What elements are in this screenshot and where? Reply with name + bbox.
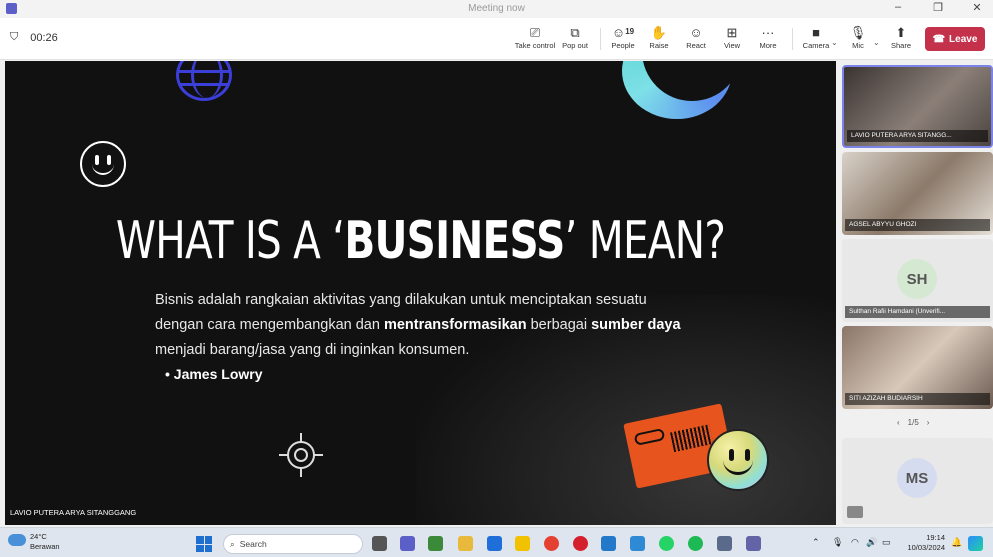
windows-taskbar: 24°C Berawan ⌕ Search ⌃ 🎙 ◠ 🔊 ▭ 19:14 10… <box>0 527 993 557</box>
meeting-timer: 00:26 <box>30 31 58 44</box>
toolbar-divider <box>792 28 793 50</box>
notes-icon[interactable] <box>515 536 530 551</box>
pop-out-label: Pop out <box>562 41 588 50</box>
view-label: View <box>723 41 741 50</box>
camera-label: Camera <box>802 41 830 50</box>
participant-tile[interactable]: LAVIO PUTERA ARYA SITANGG... <box>842 65 993 148</box>
gallery-pager: ‹ 1/5 › <box>897 418 929 427</box>
crosshair-target-icon <box>279 433 323 477</box>
pen-tool-icon[interactable] <box>630 536 645 551</box>
battery-icon[interactable]: ▭ <box>882 537 891 548</box>
weather-temp: 24°C <box>30 532 47 541</box>
people-label: People <box>611 41 635 50</box>
maximize-button[interactable]: ❐ <box>923 1 953 14</box>
definition-part-2: berbagai <box>526 317 592 333</box>
crescent-shape-decoration <box>622 61 732 119</box>
taskbar-search-box[interactable]: ⌕ Search <box>223 534 363 554</box>
chevron-right-icon[interactable]: › <box>927 418 930 427</box>
settings-gear-icon[interactable] <box>717 536 732 551</box>
chrome-icon[interactable] <box>544 536 559 551</box>
avatar: SH <box>897 259 937 299</box>
participant-tile[interactable]: SITI AZIZAH BUDIARSIH <box>842 326 993 409</box>
participant-name: Sulthan Rafii Hamdani (Unverifi... <box>845 306 990 318</box>
vscode-icon[interactable] <box>601 536 616 551</box>
wifi-icon[interactable]: ◠ <box>851 537 859 548</box>
avatar: MS <box>897 458 937 498</box>
system-clock[interactable]: 19:14 10/03/2024 <box>903 533 945 553</box>
opera-icon[interactable] <box>573 536 588 551</box>
participant-gallery: LAVIO PUTERA ARYA SITANGG... AGSEL ABYYU… <box>837 61 993 525</box>
pop-out-icon: ⧉ <box>570 25 580 40</box>
copilot-icon[interactable] <box>968 536 983 551</box>
teams-icon[interactable] <box>746 536 761 551</box>
raise-label: Raise <box>649 41 669 50</box>
windows-start-button[interactable] <box>196 536 212 552</box>
chevron-left-icon[interactable]: ‹ <box>897 418 900 427</box>
mic-muted-icon <box>847 506 863 518</box>
share-button[interactable]: ⬆ Share <box>879 24 923 50</box>
spotify-icon[interactable] <box>688 536 703 551</box>
clock-time: 19:14 <box>926 533 945 542</box>
definition-part-3: menjadi barang/jasa yang di inginkan kon… <box>155 342 470 358</box>
minimize-button[interactable]: – <box>883 1 913 13</box>
task-view-icon[interactable] <box>372 536 387 551</box>
definition-bold-2: sumber daya <box>591 317 681 333</box>
people-count: 19 <box>625 27 635 36</box>
participant-tile[interactable]: MS <box>842 438 993 524</box>
globe-icon <box>176 61 232 101</box>
phone-hangup-icon: ☎ <box>932 33 946 45</box>
take-control-label: Take control <box>514 41 556 50</box>
shield-icon: ⛉ <box>10 31 19 43</box>
weather-condition: Berawan <box>30 542 60 551</box>
participant-tile[interactable]: AGSEL ABYYU GHOZI <box>842 152 993 235</box>
window-title: Meeting now <box>468 3 525 14</box>
participant-name: AGSEL ABYYU GHOZI <box>845 219 990 231</box>
participant-name: SITI AZIZAH BUDIARSIH <box>845 393 990 405</box>
microphone-icon[interactable]: 🎙 <box>832 537 843 548</box>
take-control-button[interactable]: ⎚ Take control <box>513 24 557 50</box>
presenter-name-label: LAVIO PUTERA ARYA SITANGGANG <box>10 508 137 517</box>
more-label: More <box>759 41 777 50</box>
headline-part-1: WHAT IS A ‘ <box>115 211 345 271</box>
speaker-icon[interactable]: 🔊 <box>866 537 877 548</box>
share-screen-icon: ⬆ <box>895 25 907 40</box>
clock-date: 10/03/2024 <box>907 543 945 552</box>
search-icon: ⌕ <box>230 538 235 549</box>
slide-definition-text: Bisnis adalah rangkaian aktivitas yang d… <box>155 288 695 363</box>
more-dots-icon: ··· <box>761 25 775 40</box>
shared-content-stage: WHAT IS A ‘BUSINESS’ MEAN? Bisnis adalah… <box>5 61 836 525</box>
take-control-icon: ⎚ <box>529 25 541 40</box>
whatsapp-icon[interactable] <box>659 536 674 551</box>
close-window-button[interactable]: ✕ <box>962 1 992 14</box>
leave-label: Leave <box>949 33 978 45</box>
cloud-icon <box>8 534 26 546</box>
definition-bold-1: mentransformasikan <box>383 317 527 333</box>
file-explorer-icon[interactable] <box>458 536 473 551</box>
title-bar: Meeting now – ❐ ✕ <box>0 0 993 18</box>
search-placeholder: Search <box>239 539 267 549</box>
headline-bold-word: BUSINESS <box>344 211 565 271</box>
react-label: React <box>686 41 706 50</box>
headline-part-2: ’ MEAN? <box>564 211 726 271</box>
participant-name: LAVIO PUTERA ARYA SITANGG... <box>847 130 988 142</box>
slide-source-bullet: • James Lowry <box>165 366 263 382</box>
mic-label: Mic <box>852 41 864 50</box>
chevron-up-icon[interactable]: ⌃ <box>812 537 820 548</box>
meeting-toolbar: ⛉ 00:26 ⎚ Take control ⧉ Pop out ☺19 Peo… <box>0 18 993 60</box>
smiley-face-icon <box>80 141 126 187</box>
holographic-smiley-sticker <box>707 429 769 491</box>
widgets-icon[interactable] <box>428 536 443 551</box>
more-button[interactable]: ··· More <box>746 24 790 50</box>
page-indicator: 1/5 <box>907 418 919 427</box>
pop-out-button[interactable]: ⧉ Pop out <box>553 24 597 50</box>
participant-tile[interactable]: SH Sulthan Rafii Hamdani (Unverifi... <box>842 239 993 322</box>
store-icon[interactable] <box>487 536 502 551</box>
slide-headline: WHAT IS A ‘BUSINESS’ MEAN? <box>96 211 744 271</box>
teams-chat-icon[interactable] <box>400 536 415 551</box>
weather-widget[interactable]: 24°C Berawan <box>8 532 60 552</box>
notification-bell-icon[interactable]: 🔔 <box>951 537 962 548</box>
leave-button[interactable]: ☎ Leave <box>925 27 985 51</box>
share-label: Share <box>890 41 911 50</box>
